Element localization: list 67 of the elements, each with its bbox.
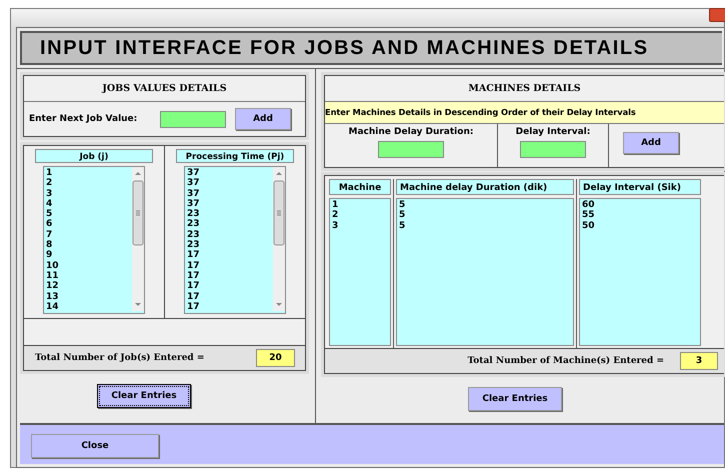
list-item[interactable]: 17 (187, 250, 273, 261)
total-value: 3 (680, 352, 718, 370)
input-field[interactable] (520, 141, 586, 158)
list-item[interactable]: 23 (187, 240, 273, 250)
scrollbar[interactable] (273, 167, 285, 311)
list-item[interactable]: 13 (46, 292, 132, 302)
list-item[interactable]: 37 (187, 188, 273, 199)
list-item[interactable]: 17 (187, 292, 273, 302)
list-item[interactable]: 1 (332, 200, 390, 210)
list-item[interactable]: 5 (46, 209, 132, 220)
section-heading: JOBS VALUES DETAILS (24, 76, 305, 102)
list-item[interactable]: 2 (46, 178, 132, 189)
list-item[interactable]: 23 (187, 209, 273, 220)
list-item[interactable]: 1 (46, 168, 132, 178)
list-item[interactable]: 5 (399, 200, 573, 210)
notice-banner: Enter Machines Details in Descending Order of their Delay Intervals (325, 102, 724, 124)
clear-entries-button[interactable]: Clear Entries (97, 384, 191, 408)
list-item[interactable]: 7 (46, 230, 132, 240)
add-button[interactable]: Add (623, 132, 679, 154)
list-item[interactable]: 17 (187, 281, 273, 292)
list-item[interactable]: 55 (582, 210, 700, 221)
column-header: Delay Interval (Sik) (579, 179, 701, 195)
list-item[interactable]: 23 (187, 219, 273, 230)
close-button[interactable]: Close (31, 434, 159, 458)
window-title: INPUT INTERFACE FOR JOBS AND MACHINES DETAILS (40, 36, 649, 60)
list-item[interactable]: 6 (46, 219, 132, 230)
list-item[interactable]: 37 (187, 178, 273, 189)
list-item[interactable]: 3 (46, 188, 132, 199)
add-button[interactable]: Add (235, 108, 291, 130)
list-item[interactable]: 12 (46, 281, 132, 292)
list-item[interactable]: 14 (46, 302, 132, 312)
total-label: Total Number of Job(s) Entered = (35, 353, 206, 363)
list-item[interactable]: 4 (46, 198, 132, 210)
field-label: Delay Interval: (516, 127, 590, 137)
list-item[interactable]: 11 (46, 270, 132, 282)
column-header: Job (j) (35, 149, 153, 163)
list-item[interactable]: 50 (582, 220, 700, 231)
list-item[interactable]: 17 (187, 302, 273, 312)
list-item[interactable]: 23 (187, 230, 273, 240)
scrollbar[interactable] (132, 167, 144, 311)
list-box[interactable]: 5 5 5 (396, 198, 574, 346)
list-item[interactable]: 37 (187, 198, 273, 210)
list-item[interactable]: 5 (399, 220, 573, 231)
column-header: Processing Time (Pj) (176, 149, 294, 163)
field-label: Machine Delay Duration: (348, 127, 474, 137)
clear-entries-button[interactable]: Clear Entries (468, 387, 562, 411)
list-item[interactable]: 17 (187, 260, 273, 271)
list-item[interactable]: 10 (46, 260, 132, 271)
list-item[interactable]: 3 (332, 220, 390, 231)
column-header: Machine (329, 179, 391, 195)
list-item[interactable]: 60 (582, 200, 700, 210)
total-label: Total Number of Machine(s) Entered = (468, 356, 664, 366)
list-box[interactable]: 1 2 3 (329, 198, 391, 346)
job-value-field[interactable] (160, 110, 226, 128)
list-item[interactable]: 9 (46, 250, 132, 261)
list-item[interactable]: 37 (187, 168, 273, 178)
column-header: Machine delay Duration (dik) (396, 179, 574, 195)
list-item[interactable]: 2 (332, 210, 390, 221)
field-label: Enter Next Job Value: (29, 114, 138, 124)
list-box[interactable]: 37 37 37 37 23 23 23 23 17 17 17 17 17 17 (184, 166, 286, 314)
list-item[interactable]: 8 (46, 240, 132, 250)
list-box[interactable]: 1 2 3 4 5 6 7 8 9 10 11 12 13 14 (43, 166, 145, 314)
list-item[interactable]: 5 (399, 210, 573, 221)
input-field[interactable] (378, 141, 444, 158)
total-value: 20 (256, 349, 295, 367)
list-box[interactable]: 60 55 50 (579, 198, 701, 346)
list-item[interactable]: 17 (187, 270, 273, 282)
